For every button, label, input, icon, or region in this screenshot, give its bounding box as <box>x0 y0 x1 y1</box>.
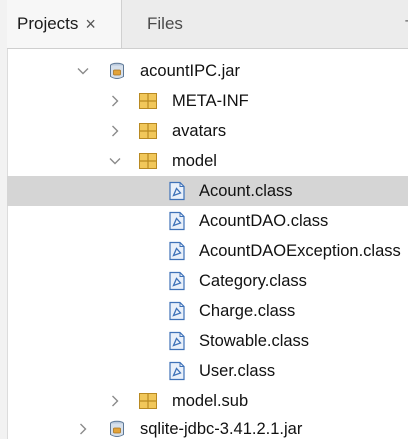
tree-row-label: AcountDAOException.class <box>199 242 401 260</box>
class-file-icon <box>169 211 185 231</box>
tab-projects[interactable]: Projects × <box>7 0 122 48</box>
close-icon[interactable]: × <box>85 15 96 33</box>
tree-row-label: acountIPC.jar <box>140 62 240 80</box>
tree-row-meta-inf[interactable]: META-INF <box>7 86 408 116</box>
tree-row-avatars[interactable]: avatars <box>7 116 408 146</box>
tree-row-label: model <box>172 152 217 170</box>
tree-row-label: avatars <box>172 122 227 140</box>
tree-row-label: User.class <box>199 362 276 380</box>
tree-row-label: META-INF <box>172 92 249 110</box>
tree-row-label: sqlite-jdbc-3.41.2.1.jar <box>140 420 303 438</box>
package-icon <box>139 393 157 409</box>
tree-row-acount-class[interactable]: Acount.class <box>7 176 408 206</box>
chevron-down-icon[interactable] <box>75 63 91 79</box>
class-file-icon <box>169 361 185 381</box>
tree-row-acountdaoexception-class[interactable]: AcountDAOException.class <box>7 236 408 266</box>
tree-row-category-class[interactable]: Category.class <box>7 266 408 296</box>
tree-row-model[interactable]: model <box>7 146 408 176</box>
class-file-icon <box>169 331 185 351</box>
tree-row-charge-class[interactable]: Charge.class <box>7 296 408 326</box>
tree-row-acountdao-class[interactable]: AcountDAO.class <box>7 206 408 236</box>
class-file-icon <box>169 181 185 201</box>
chevron-down-icon[interactable] <box>107 153 123 169</box>
tree-row-label: Charge.class <box>199 302 296 320</box>
tree-row-label: Stowable.class <box>199 332 310 350</box>
class-file-icon <box>169 271 185 291</box>
chevron-right-icon[interactable] <box>107 123 123 139</box>
project-tree: acountIPC.jar META-INF avatars model Aco… <box>7 48 408 439</box>
tree-row-label: AcountDAO.class <box>199 212 329 230</box>
tree-row-label: Category.class <box>199 272 307 290</box>
tree-row-sqlite-jdbc-jar[interactable]: sqlite-jdbc-3.41.2.1.jar <box>7 414 408 439</box>
package-icon <box>139 93 157 109</box>
projects-panel: Projects × Files - acountIPC.jar <box>0 0 408 439</box>
package-icon <box>139 153 157 169</box>
tab-files-label: Files <box>147 14 183 33</box>
tree-row-model-sub[interactable]: model.sub <box>7 386 408 416</box>
package-icon <box>139 123 157 139</box>
chevron-right-icon[interactable] <box>75 421 91 437</box>
tab-bar: Projects × Files - <box>7 0 408 49</box>
tree-row-stowable-class[interactable]: Stowable.class <box>7 326 408 356</box>
tree-row-acountipc-jar[interactable]: acountIPC.jar <box>7 56 408 86</box>
tab-files[interactable]: Files <box>147 0 183 48</box>
tree-row-user-class[interactable]: User.class <box>7 356 408 386</box>
class-file-icon <box>169 241 185 261</box>
jar-icon <box>110 62 124 79</box>
tree-row-label: model.sub <box>172 392 249 410</box>
tab-projects-label: Projects <box>17 14 79 33</box>
jar-icon <box>110 420 124 437</box>
class-file-icon <box>169 301 185 321</box>
chevron-right-icon[interactable] <box>107 93 123 109</box>
tree-row-label: Acount.class <box>199 182 293 200</box>
chevron-right-icon[interactable] <box>107 393 123 409</box>
